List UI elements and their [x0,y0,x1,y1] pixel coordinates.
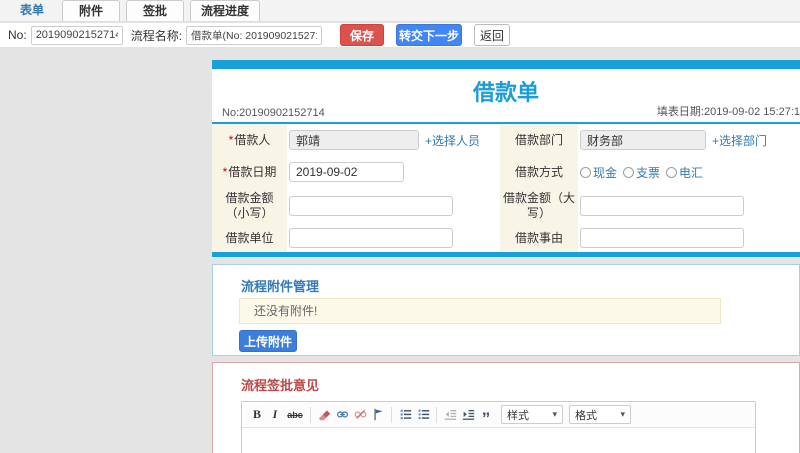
anchor-flag-icon[interactable] [369,405,387,425]
increase-indent-icon[interactable] [459,405,477,425]
upload-attachment-button[interactable]: 上传附件 [239,330,297,352]
form-no-text: No:20190902152714 [222,107,325,119]
unlink-icon[interactable] [351,405,369,425]
style-dropdown[interactable]: 样式 ▾ [501,405,563,424]
department-input[interactable] [580,130,706,150]
no-attachments-alert: 还没有附件! [239,298,721,324]
select-person-link[interactable]: +选择人员 [425,132,480,149]
editor-toolbar: B I abc ” 样式 ▾ 格式 ▾ [242,402,755,428]
save-button[interactable]: 保存 [340,24,385,46]
required-mark: * [228,132,234,147]
amount-small-label: 借款金额（小写） [212,188,287,224]
form-fields-table: *借款人 +选择人员 借款部门 +选择部门 *借款日期 借款方式 [212,124,800,252]
next-step-button[interactable]: 转交下一步 [396,24,463,46]
amount-big-label: 借款金额（大写） [500,188,578,224]
format-dropdown[interactable]: 格式 ▾ [569,405,631,424]
tab-bar: 表单 附件 签批 流程进度 [0,0,800,22]
back-button[interactable]: 返回 [474,24,511,46]
attachments-heading: 流程附件管理 [241,279,320,294]
radio-circle-icon [623,166,635,178]
no-input[interactable] [30,25,123,45]
bold-icon[interactable]: B [248,405,266,425]
block-quote-icon[interactable]: ” [477,405,495,427]
toolbar-separator [310,406,311,423]
tab-attachments[interactable]: 附件 [62,0,120,21]
select-department-link[interactable]: +选择部门 [712,132,767,149]
toolbar-separator [391,406,392,423]
no-label: No: [8,28,27,42]
flow-name-input[interactable] [186,25,323,45]
method-radio-group: 现金 支票 电汇 [578,156,800,188]
radio-cheque[interactable]: 支票 [623,164,660,181]
flow-name-label: 流程名称: [130,28,183,43]
borrower-label: *借款人 [212,124,287,156]
tab-approval[interactable]: 签批 [126,0,184,21]
required-mark: * [222,164,228,179]
approval-panel: 流程签批意见 B I abc ” 样式 ▾ 格式 ▾ [212,362,800,453]
loan-form-panel: 借款单 No:20190902152714 填表日期:2019-09-02 15… [212,60,800,257]
toolbar-separator [436,406,437,423]
radio-wire[interactable]: 电汇 [666,164,703,181]
reason-input[interactable] [580,228,744,248]
department-label: 借款部门 [500,124,578,156]
form-title: 借款单 [472,80,539,105]
amount-small-input[interactable] [289,196,453,216]
numbered-list-icon[interactable] [396,405,414,425]
editor-content-area[interactable] [242,428,755,453]
page: 表单 附件 签批 流程进度 No: 流程名称: 保存 转交下一步 返回 借款单 … [0,0,800,453]
strikethrough-icon[interactable]: abc [284,405,306,425]
radio-circle-icon [666,166,678,178]
unit-input[interactable] [289,228,453,248]
chevron-down-icon: ▾ [620,409,625,419]
bullet-list-icon[interactable] [414,405,432,425]
unit-label: 借款单位 [212,224,287,252]
link-icon[interactable] [333,405,351,425]
approval-heading: 流程签批意见 [241,378,320,393]
reason-label: 借款事由 [500,224,578,252]
tab-progress[interactable]: 流程进度 [190,0,260,21]
attachments-panel: 流程附件管理 还没有附件! 上传附件 [212,264,800,356]
amount-big-input[interactable] [580,196,744,216]
radio-circle-icon [580,166,591,178]
action-bar: No: 流程名称: 保存 转交下一步 返回 [0,23,800,48]
method-label: 借款方式 [500,156,578,188]
form-bottom-accent-bar [212,252,800,257]
form-fill-date-text: 填表日期:2019-09-02 15:27:1 [656,106,800,118]
rich-text-editor[interactable]: B I abc ” 样式 ▾ 格式 ▾ [241,401,756,453]
borrow-date-label: *借款日期 [212,156,287,188]
form-top-accent-bar [212,60,800,69]
italic-icon[interactable]: I [266,405,284,425]
tab-form[interactable]: 表单 [10,0,54,21]
form-header: 借款单 No:20190902152714 填表日期:2019-09-02 15… [212,69,800,122]
borrow-date-input[interactable] [289,162,404,182]
chevron-down-icon: ▾ [552,409,557,419]
decrease-indent-icon[interactable] [441,405,459,425]
remove-format-icon[interactable] [315,405,333,425]
borrower-input[interactable] [289,130,419,150]
radio-cash[interactable]: 现金 [580,164,617,181]
